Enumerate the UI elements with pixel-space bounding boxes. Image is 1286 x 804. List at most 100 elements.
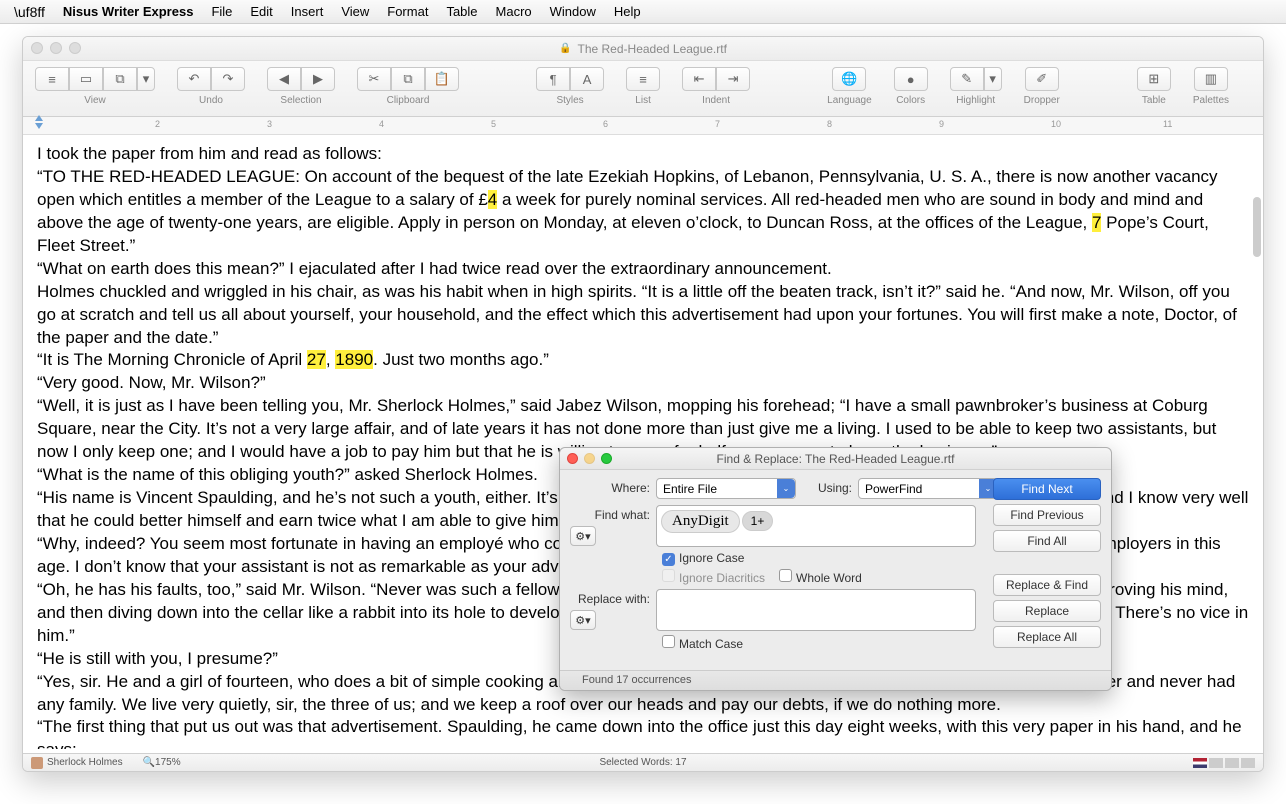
highlight-button[interactable]: ✎: [950, 67, 984, 91]
find-next-button[interactable]: Find Next: [993, 478, 1101, 500]
styles-label: Styles: [556, 95, 583, 106]
using-label: Using:: [810, 478, 858, 495]
whole-word-checkbox[interactable]: Whole Word: [779, 569, 862, 585]
ruler-tick: 3: [267, 119, 272, 129]
colors-label: Colors: [896, 95, 925, 106]
view-mode-button[interactable]: ≡: [35, 67, 69, 91]
ruler-tick: 10: [1051, 119, 1061, 129]
highlight: 1890: [335, 350, 373, 369]
ignore-diacritics-checkbox: Ignore Diacritics: [662, 569, 765, 585]
view-dropdown[interactable]: ▾: [137, 67, 155, 91]
author-icon: [31, 757, 43, 769]
table-label: Table: [1142, 95, 1166, 106]
dropper-label: Dropper: [1024, 95, 1060, 106]
find-previous-button[interactable]: Find Previous: [993, 504, 1101, 526]
selection-prev-button[interactable]: ◀: [267, 67, 301, 91]
paragraph: I took the paper from him and read as fo…: [37, 143, 1249, 166]
menu-insert[interactable]: Insert: [291, 4, 324, 19]
scrollbar[interactable]: [1253, 197, 1261, 257]
match-case-checkbox[interactable]: Match Case: [662, 635, 743, 651]
find-all-button[interactable]: Find All: [993, 530, 1101, 552]
window-title: The Red-Headed League.rtf: [578, 42, 727, 56]
flag-icon[interactable]: [1209, 758, 1223, 768]
using-select[interactable]: PowerFind⌄: [858, 478, 998, 499]
apple-menu-icon[interactable]: \uf8ff: [14, 4, 45, 20]
app-menu[interactable]: Nisus Writer Express: [63, 4, 194, 19]
menu-macro[interactable]: Macro: [496, 4, 532, 19]
highlight-dropdown[interactable]: ▾: [984, 67, 1002, 91]
menu-format[interactable]: Format: [387, 4, 428, 19]
replace-input[interactable]: [656, 589, 976, 631]
view-split-button[interactable]: ⧉: [103, 67, 137, 91]
find-token-anydigit[interactable]: AnyDigit: [661, 510, 740, 533]
list-label: List: [635, 95, 651, 106]
flag-icon[interactable]: [1225, 758, 1239, 768]
indent-button[interactable]: ⇥: [716, 67, 750, 91]
paragraph: “It is The Morning Chronicle of April 27…: [37, 349, 1249, 372]
palettes-button[interactable]: ▥: [1194, 67, 1228, 91]
menu-view[interactable]: View: [341, 4, 369, 19]
selection-label: Selection: [280, 95, 321, 106]
zoom-level[interactable]: 175%: [155, 757, 181, 768]
selection-next-button[interactable]: ▶: [301, 67, 335, 91]
colors-button[interactable]: ●: [894, 67, 928, 91]
dropper-button[interactable]: ✐: [1025, 67, 1059, 91]
minimize-button[interactable]: [50, 42, 62, 54]
paragraph: “Very good. Now, Mr. Wilson?”: [37, 372, 1249, 395]
window-controls: [31, 42, 81, 54]
menu-table[interactable]: Table: [446, 4, 477, 19]
ruler-tick: 11: [1163, 119, 1172, 129]
ignore-case-checkbox[interactable]: ✓Ignore Case: [662, 551, 744, 566]
menu-edit[interactable]: Edit: [250, 4, 272, 19]
dialog-zoom-button[interactable]: [601, 453, 612, 464]
dialog-close-button[interactable]: [567, 453, 578, 464]
menu-file[interactable]: File: [211, 4, 232, 19]
replace-options-button[interactable]: ⚙▾: [570, 610, 596, 630]
styles-para-button[interactable]: ¶: [536, 67, 570, 91]
copy-button[interactable]: ⧉: [391, 67, 425, 91]
undo-label: Undo: [199, 95, 223, 106]
indent-label: Indent: [702, 95, 730, 106]
author-name: Sherlock Holmes: [47, 757, 123, 768]
ruler-tick: 6: [603, 119, 608, 129]
list-button[interactable]: ≡: [626, 67, 660, 91]
outdent-button[interactable]: ⇤: [682, 67, 716, 91]
replace-button[interactable]: Replace: [993, 600, 1101, 622]
where-select[interactable]: Entire File⌄: [656, 478, 796, 499]
styles-char-button[interactable]: A: [570, 67, 604, 91]
close-button[interactable]: [31, 42, 43, 54]
replace-and-find-button[interactable]: Replace & Find: [993, 574, 1101, 596]
find-input[interactable]: AnyDigit1+: [656, 505, 976, 547]
zoom-button[interactable]: [69, 42, 81, 54]
table-button[interactable]: ⊞: [1137, 67, 1171, 91]
status-bar: Sherlock Holmes 🔍 175% Selected Words: 1…: [23, 753, 1263, 771]
lock-icon: 🔒: [559, 43, 571, 54]
ruler-tick: 2: [155, 119, 160, 129]
menu-window[interactable]: Window: [550, 4, 596, 19]
indent-marker-icon[interactable]: [35, 115, 43, 129]
paragraph: Holmes chuckled and wriggled in his chai…: [37, 281, 1249, 350]
paste-button[interactable]: 📋: [425, 67, 459, 91]
undo-button[interactable]: ↶: [177, 67, 211, 91]
language-button[interactable]: 🌐: [832, 67, 866, 91]
ruler[interactable]: 2 3 4 5 6 7 8 9 10 11: [23, 117, 1263, 135]
cut-button[interactable]: ✂: [357, 67, 391, 91]
clipboard-label: Clipboard: [387, 95, 430, 106]
find-token-repeat[interactable]: 1+: [742, 511, 774, 531]
where-label: Where:: [570, 478, 656, 495]
highlight-label: Highlight: [956, 95, 995, 106]
title-bar: 🔒 The Red-Headed League.rtf: [23, 37, 1263, 61]
replace-all-button[interactable]: Replace All: [993, 626, 1101, 648]
menu-help[interactable]: Help: [614, 4, 641, 19]
find-replace-dialog: Find & Replace: The Red-Headed League.rt…: [559, 447, 1112, 691]
flag-icon[interactable]: [1241, 758, 1255, 768]
redo-button[interactable]: ↷: [211, 67, 245, 91]
view-page-button[interactable]: ▭: [69, 67, 103, 91]
highlight: 4: [488, 190, 497, 209]
find-options-button[interactable]: ⚙▾: [570, 526, 596, 546]
view-label: View: [84, 95, 106, 106]
dialog-minimize-button[interactable]: [584, 453, 595, 464]
chevron-down-icon: ⌄: [777, 479, 795, 498]
flag-icon[interactable]: [1193, 758, 1207, 768]
language-label: Language: [827, 95, 872, 106]
